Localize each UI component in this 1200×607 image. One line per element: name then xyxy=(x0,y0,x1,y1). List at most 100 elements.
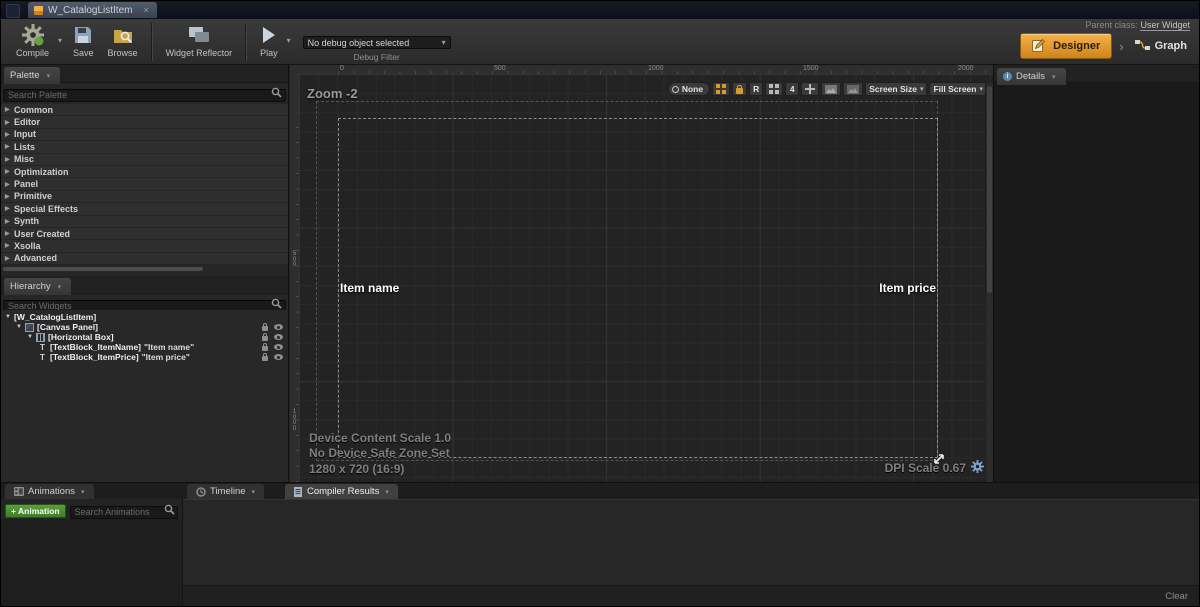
expand-arrow-icon[interactable]: ▶ xyxy=(5,255,14,262)
expand-arrow-icon[interactable]: ▶ xyxy=(5,143,14,150)
compiler-results-log[interactable] xyxy=(183,499,1199,585)
designer-canvas[interactable]: Zoom -2 None R 4 xyxy=(299,74,993,482)
hierarchy-panel: Hierarchy ▾ ▼[W_CatalogListItem]▼[Canvas… xyxy=(1,276,288,482)
palette-category[interactable]: ▶Synth xyxy=(1,216,288,228)
expand-arrow-icon[interactable]: ▼ xyxy=(27,334,36,340)
clear-button[interactable]: Clear xyxy=(1165,591,1188,602)
expand-arrow-icon[interactable]: ▶ xyxy=(5,230,14,237)
fill-screen-select[interactable]: Fill Screen ▾ xyxy=(929,82,987,96)
animations-search-input[interactable] xyxy=(70,506,178,519)
palette-category[interactable]: ▶Optimization xyxy=(1,166,288,178)
play-button[interactable]: Play xyxy=(253,22,285,59)
palette-scrollbar[interactable] xyxy=(1,266,288,272)
expand-arrow-icon[interactable]: ▶ xyxy=(5,119,14,126)
palette-category[interactable]: ▶Panel xyxy=(1,178,288,190)
palette-category[interactable]: ▶Primitive xyxy=(1,191,288,203)
widget-root-outline[interactable]: Item name Item price xyxy=(338,118,938,458)
palette-category-label: User Created xyxy=(14,229,70,239)
palette-category[interactable]: ▶Lists xyxy=(1,141,288,153)
viewport-vertical-scrollbar[interactable] xyxy=(985,83,993,482)
main-toolbar: Compile ▾ Save Browse Widget Reflector xyxy=(1,19,1199,65)
palette-category[interactable]: ▶Misc xyxy=(1,154,288,166)
search-icon xyxy=(271,87,282,98)
hierarchy-row[interactable]: T[TextBlock_ItemPrice]"Item price" xyxy=(1,352,288,362)
play-options-caret[interactable]: ▾ xyxy=(285,34,293,47)
hierarchy-row[interactable]: ▼[W_CatalogListItem] xyxy=(1,312,288,322)
animation-mode-select[interactable]: None xyxy=(668,82,710,96)
chevron-down-icon: ▾ xyxy=(252,488,256,496)
debug-object-select[interactable]: No debug object selected ▾ xyxy=(303,36,451,49)
lock-icon xyxy=(736,88,743,94)
expand-arrow-icon[interactable]: ▶ xyxy=(5,106,14,113)
browse-button[interactable]: Browse xyxy=(101,22,145,59)
dpi-settings-gear-icon[interactable] xyxy=(971,460,984,476)
hierarchy-row[interactable]: T[TextBlock_ItemName]"Item name" xyxy=(1,342,288,352)
expand-arrow-icon[interactable]: ▶ xyxy=(5,156,14,163)
save-button[interactable]: Save xyxy=(66,22,101,59)
compile-options-caret[interactable]: ▾ xyxy=(56,34,64,47)
hierarchy-row[interactable]: ▼ [Horizontal Box] xyxy=(1,332,288,342)
lock-toggle[interactable] xyxy=(732,82,747,96)
rotation-mode-button[interactable]: R xyxy=(749,82,763,96)
eye-icon[interactable] xyxy=(274,344,283,350)
scrollbar-thumb[interactable] xyxy=(3,267,203,271)
expand-arrow-icon[interactable]: ▼ xyxy=(16,324,25,330)
palette-category[interactable]: ▶Editor xyxy=(1,116,288,128)
lock-icon[interactable] xyxy=(262,346,268,351)
expand-arrow-icon[interactable]: ▶ xyxy=(5,168,14,175)
expand-arrow-icon[interactable]: ▶ xyxy=(5,181,14,188)
item-price-text-widget[interactable]: Item price xyxy=(879,281,936,295)
expand-arrow-icon[interactable]: ▶ xyxy=(5,193,14,200)
image-icon xyxy=(825,85,837,94)
hierarchy-row[interactable]: ▼[Canvas Panel] xyxy=(1,322,288,332)
hierarchy-header: Hierarchy ▾ xyxy=(1,276,288,294)
tab-compiler-results[interactable]: Compiler Results ▾ xyxy=(285,484,398,499)
widget-reflector-button[interactable]: Widget Reflector xyxy=(159,22,240,59)
palette-category[interactable]: ▶Xsolla xyxy=(1,240,288,252)
expand-arrow-icon[interactable]: ▼ xyxy=(5,314,14,320)
palette-category[interactable]: ▶Special Effects xyxy=(1,203,288,215)
palette-category[interactable]: ▶User Created xyxy=(1,228,288,240)
tab-details[interactable]: i Details ▾ xyxy=(997,68,1066,85)
preview-background-alt-button[interactable] xyxy=(843,82,863,96)
palette-category[interactable]: ▶Advanced xyxy=(1,253,288,265)
graph-mode-button[interactable]: Graph xyxy=(1131,34,1191,58)
animations-list-area[interactable] xyxy=(1,519,182,606)
document-tab[interactable]: W_CatalogListItem × xyxy=(28,2,157,18)
scrollbar-thumb[interactable] xyxy=(987,86,992,293)
tab-close-icon[interactable]: × xyxy=(143,5,148,15)
eye-icon[interactable] xyxy=(274,324,283,330)
grid-size-button[interactable]: 4 xyxy=(785,82,799,96)
parent-class-link[interactable]: User Widget xyxy=(1140,20,1190,31)
tab-hierarchy[interactable]: Hierarchy ▾ xyxy=(4,278,71,295)
expand-arrow-icon[interactable]: ▶ xyxy=(5,242,14,249)
expand-arrow-icon[interactable]: ▶ xyxy=(5,205,14,212)
compile-button[interactable]: Compile xyxy=(9,22,56,59)
tab-timeline[interactable]: Timeline ▾ xyxy=(187,484,264,499)
chevron-down-icon: ▾ xyxy=(81,488,85,496)
move-tool-button[interactable] xyxy=(801,82,819,96)
lock-icon[interactable] xyxy=(262,326,268,331)
tab-palette[interactable]: Palette ▾ xyxy=(4,67,60,84)
bottom-tabbar: Animations ▾ Timeline ▾ Compiler Results… xyxy=(1,483,1199,499)
tab-animations[interactable]: Animations ▾ xyxy=(5,484,94,499)
palette-list: ▶Common▶Editor▶Input▶Lists▶Misc▶Optimiza… xyxy=(1,104,288,265)
eye-icon[interactable] xyxy=(274,354,283,360)
expand-arrow-icon[interactable]: ▶ xyxy=(5,218,14,225)
lock-icon[interactable] xyxy=(262,356,268,361)
palette-search-input[interactable] xyxy=(3,89,286,102)
palette-category[interactable]: ▶Common xyxy=(1,104,288,116)
grid-snap-toggle[interactable] xyxy=(765,82,783,96)
widget-name: [Horizontal Box] xyxy=(48,332,114,342)
add-animation-button[interactable]: + Animation xyxy=(5,504,66,518)
palette-category[interactable]: ▶Input xyxy=(1,129,288,141)
ruler-number: 1 0 0 0 xyxy=(291,410,298,432)
item-name-text-widget[interactable]: Item name xyxy=(340,281,399,295)
eye-icon[interactable] xyxy=(274,334,283,340)
preview-background-button[interactable] xyxy=(821,82,841,96)
screen-size-select[interactable]: Screen Size ▾ xyxy=(865,82,927,96)
snap-grid-toggle[interactable] xyxy=(712,82,730,96)
lock-icon[interactable] xyxy=(262,336,268,341)
designer-mode-button[interactable]: Designer xyxy=(1020,33,1112,59)
expand-arrow-icon[interactable]: ▶ xyxy=(5,131,14,138)
